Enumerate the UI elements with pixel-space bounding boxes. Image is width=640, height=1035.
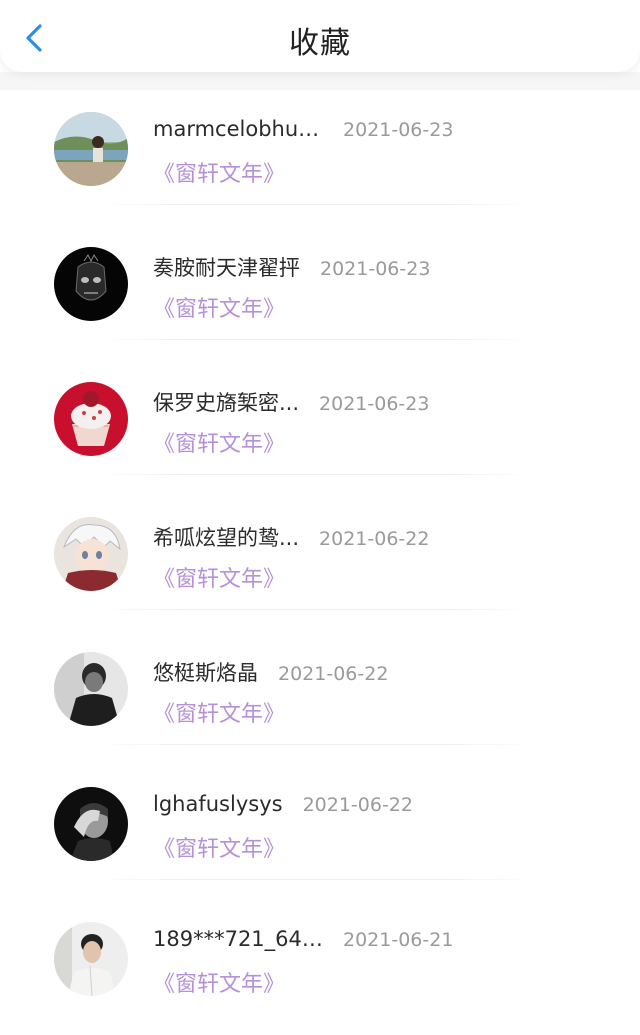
divider [100,744,530,745]
user-name: marmcelobhurl... [153,117,323,141]
date-label: 2021-06-23 [343,119,454,141]
list-item[interactable]: 189***721_644... 2021-06-21 《窗轩文年》 [0,900,640,1035]
list-item[interactable]: marmcelobhurl... 2021-06-23 《窗轩文年》 [0,90,640,225]
user-name: 189***721_644... [153,927,323,951]
divider [100,879,530,880]
date-label: 2021-06-23 [320,258,431,280]
avatar[interactable] [54,517,128,591]
avatar[interactable] [54,112,128,186]
favorites-list: marmcelobhurl... 2021-06-23 《窗轩文年》 奏胺耐天津… [0,90,640,1035]
divider [100,339,530,340]
avatar[interactable] [54,922,128,996]
date-label: 2021-06-22 [319,528,430,550]
list-item[interactable]: lghafuslysys 2021-06-22 《窗轩文年》 [0,765,640,900]
date-label: 2021-06-22 [278,663,389,685]
avatar[interactable] [54,787,128,861]
user-name: 悠梃斯烙晶 [153,661,258,685]
book-title[interactable]: 《窗轩文年》 [153,156,285,188]
list-item[interactable]: 希呱炫望的鸷... 2021-06-22 《窗轩文年》 [0,495,640,630]
divider [100,474,530,475]
book-title[interactable]: 《窗轩文年》 [153,426,285,458]
list-item[interactable]: 保罗史旖椠密... 2021-06-23 《窗轩文年》 [0,360,640,495]
header-shadow-band [0,72,640,90]
date-label: 2021-06-23 [319,393,430,415]
book-title[interactable]: 《窗轩文年》 [153,561,285,593]
user-name: lghafuslysys [153,792,283,816]
list-item[interactable]: 悠梃斯烙晶 2021-06-22 《窗轩文年》 [0,630,640,765]
book-title[interactable]: 《窗轩文年》 [153,291,285,323]
user-name: 希呱炫望的鸷... [153,526,300,550]
page-title: 收藏 [289,26,351,61]
list-item[interactable]: 奏胺耐天津翟抨 2021-06-23 《窗轩文年》 [0,225,640,360]
user-name: 奏胺耐天津翟抨 [153,256,300,280]
divider [100,204,530,205]
avatar[interactable] [54,382,128,456]
top-bar: 收藏 [0,0,640,72]
book-title[interactable]: 《窗轩文年》 [153,966,285,998]
avatar[interactable] [54,247,128,321]
date-label: 2021-06-22 [302,794,413,816]
book-title[interactable]: 《窗轩文年》 [153,696,285,728]
divider [100,609,530,610]
avatar[interactable] [54,652,128,726]
user-name: 保罗史旖椠密... [153,391,300,415]
date-label: 2021-06-21 [343,929,454,951]
book-title[interactable]: 《窗轩文年》 [153,831,285,863]
